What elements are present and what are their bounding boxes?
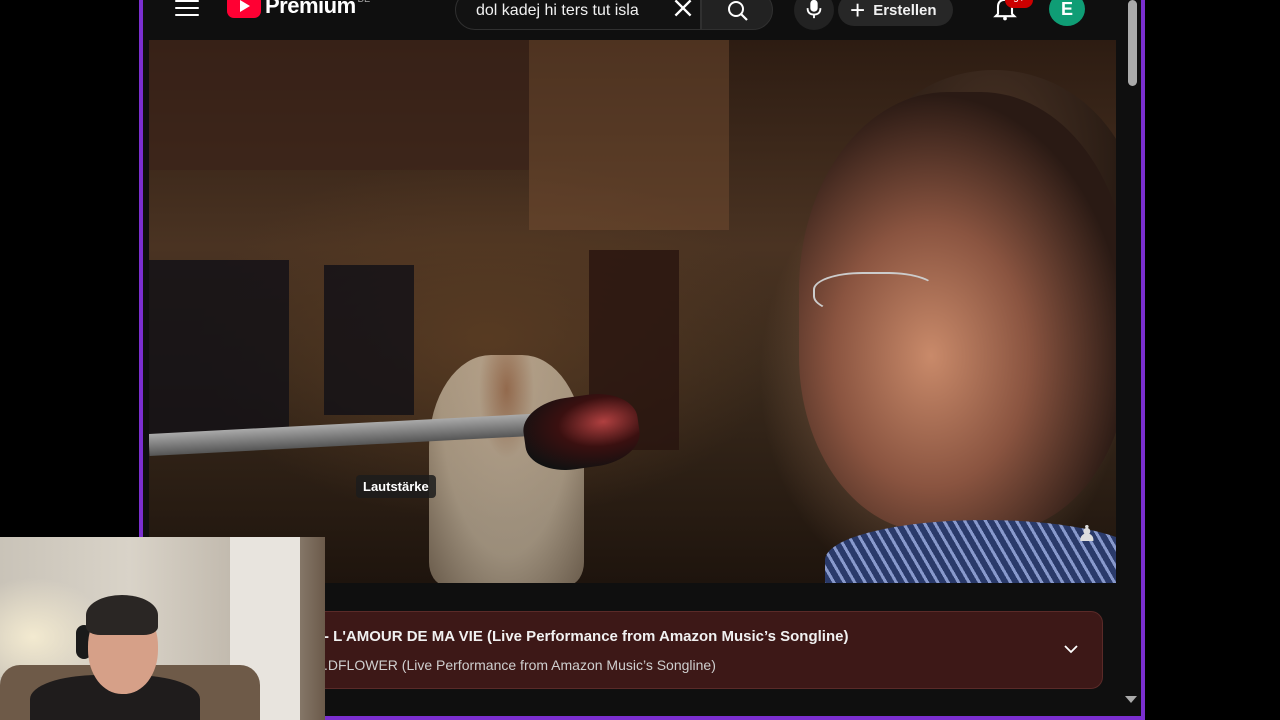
create-button-label: Erstellen [873,1,937,19]
hamburger-menu-icon[interactable] [175,0,199,18]
search-icon [728,1,748,21]
now-playing-subtitle: .DFLOWER (Live Performance from Amazon M… [324,657,716,673]
notifications-badge: 9+ [1005,0,1033,8]
webcam-person-hair [86,595,158,635]
logo-country: DE [358,0,371,4]
search-box [455,0,701,30]
logo-text: Premium [265,0,356,18]
singer-glasses [813,272,937,316]
volume-tooltip: Lautstärke [356,475,436,498]
scroll-down-arrow-icon[interactable] [1125,696,1137,703]
singer-shirt [825,520,1116,583]
webcam-overlay [0,537,325,720]
plus-icon: + [850,0,866,25]
search-button[interactable] [701,0,773,30]
microphone-icon [806,0,822,19]
close-icon[interactable] [670,0,696,21]
chevron-down-icon[interactable] [1062,640,1080,658]
voice-search-button[interactable] [794,0,834,30]
search-input[interactable] [474,0,668,25]
now-playing-bar[interactable]: - L'AMOUR DE MA VIE (Live Performance fr… [243,611,1103,689]
channel-watermark-icon[interactable]: ♟ [1077,520,1097,548]
scrollbar-thumb[interactable] [1128,0,1137,86]
studio-window [149,260,289,440]
youtube-play-icon [227,0,261,18]
studio-window [324,265,414,415]
video-player[interactable]: Lautstärke ♟ [149,40,1116,583]
create-button[interactable]: + Erstellen [838,0,953,26]
now-playing-title: - L'AMOUR DE MA VIE (Live Performance fr… [324,628,849,645]
account-avatar[interactable]: E [1049,0,1085,26]
studio-ceiling [149,40,529,170]
studio-wall-panel [529,40,729,230]
youtube-premium-logo[interactable]: Premium DE [227,0,370,20]
